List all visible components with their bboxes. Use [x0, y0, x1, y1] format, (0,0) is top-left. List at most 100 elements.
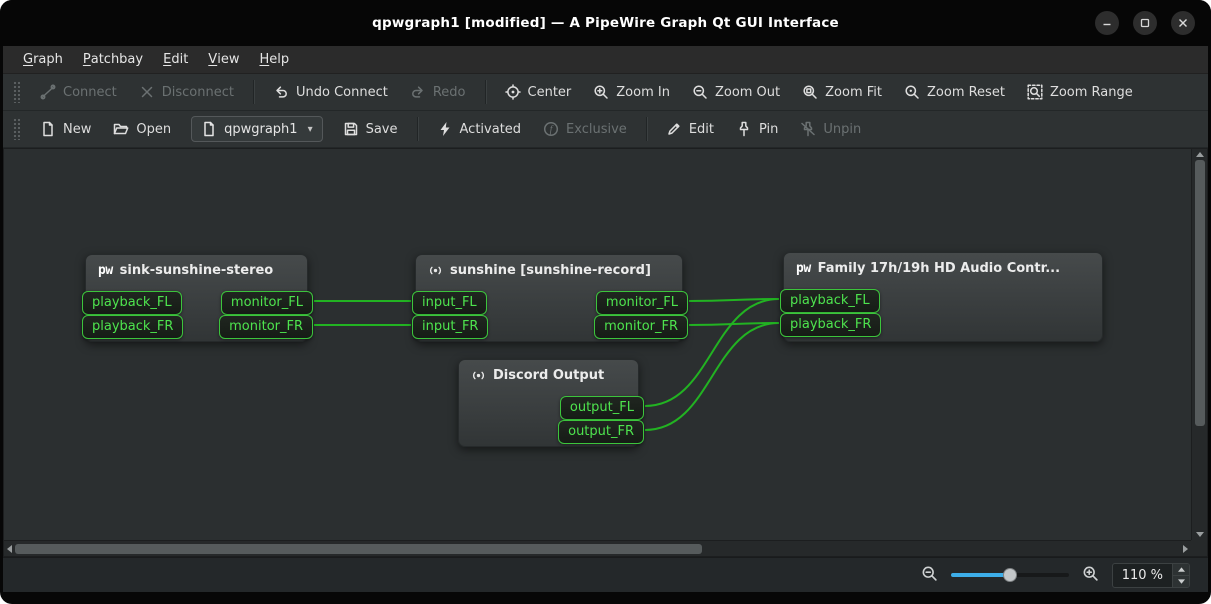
- node-discord[interactable]: Discord Outputoutput_FLoutput_FR: [458, 359, 639, 447]
- zoom-out-button[interactable]: Zoom Out: [682, 79, 790, 105]
- patchbay-combo[interactable]: qpwgraph1▾: [191, 116, 323, 142]
- menu-item-graph[interactable]: Graph: [13, 46, 73, 73]
- node-title-text: Discord Output: [493, 368, 604, 383]
- zoom-slider-handle[interactable]: [1003, 568, 1017, 582]
- file-icon: [201, 121, 217, 137]
- pipewire-icon: pw: [796, 261, 811, 276]
- toolbar-button-label: Zoom Range: [1050, 85, 1133, 100]
- menu-item-help[interactable]: Help: [249, 46, 299, 73]
- toolbar-button-label: Zoom In: [616, 85, 670, 100]
- port-monitor_fr[interactable]: monitor_FR: [594, 315, 688, 339]
- unpin-button[interactable]: Unpin: [790, 116, 871, 142]
- port-playback_fl[interactable]: playback_FL: [82, 291, 182, 315]
- save-button[interactable]: Save: [333, 116, 408, 142]
- toolbar-handle[interactable]: [13, 81, 20, 103]
- vertical-scroll-thumb[interactable]: [1195, 160, 1205, 426]
- toolbar-button-label: Unpin: [823, 122, 861, 137]
- port-monitor_fl[interactable]: monitor_FL: [221, 291, 313, 315]
- disconnect-button[interactable]: Disconnect: [129, 79, 244, 105]
- port-output_fr[interactable]: output_FR: [558, 420, 644, 444]
- toolbar-handle[interactable]: [13, 118, 20, 140]
- node-family[interactable]: pwFamily 17h/19h HD Audio Contr...playba…: [783, 252, 1103, 342]
- toolbar-button-label: Zoom Out: [715, 85, 780, 100]
- port-playback_fr[interactable]: playback_FR: [82, 315, 183, 339]
- horizontal-scrollbar[interactable]: [4, 540, 1191, 556]
- exclusive-button[interactable]: fExclusive: [533, 116, 637, 142]
- redo-icon: [410, 84, 426, 100]
- new-button[interactable]: New: [30, 116, 101, 142]
- new-icon: [40, 121, 56, 137]
- open-icon: [113, 121, 129, 137]
- redo-button[interactable]: Redo: [400, 79, 476, 105]
- graph-canvas[interactable]: pwsink-sunshine-stereoplayback_FLplaybac…: [4, 149, 1191, 540]
- edit-button[interactable]: Edit: [656, 116, 724, 142]
- toolbar-button-label: Undo Connect: [296, 85, 388, 100]
- toolbar-separator: [646, 117, 647, 141]
- chevron-up-icon: [1178, 567, 1185, 572]
- zoom-range-button[interactable]: Zoom Range: [1017, 79, 1143, 105]
- toolbar-file: New Open qpwgraph1▾ Save Activated fExclusive…: [3, 111, 1208, 148]
- scroll-down-icon[interactable]: [1196, 532, 1204, 537]
- node-sunshine[interactable]: sunshine [sunshine-record]input_FLinput_…: [415, 254, 683, 342]
- open-button[interactable]: Open: [103, 116, 181, 142]
- edit-icon: [666, 121, 682, 137]
- toolbar-button-label: Connect: [63, 85, 117, 100]
- menu-item-patchbay[interactable]: Patchbay: [73, 46, 153, 73]
- port-input_fr[interactable]: input_FR: [412, 315, 488, 339]
- menu-item-view[interactable]: View: [198, 46, 249, 73]
- minimize-button[interactable]: [1095, 11, 1119, 35]
- activated-icon: [437, 121, 453, 137]
- port-input_fl[interactable]: input_FL: [412, 291, 487, 315]
- statusbar: 110 %: [3, 557, 1208, 592]
- menubar: GraphPatchbayEditViewHelp: [3, 46, 1208, 74]
- toolbar-button-label: Open: [136, 122, 171, 137]
- zoom-fit-button[interactable]: Zoom Fit: [792, 79, 892, 105]
- maximize-icon: [1140, 18, 1150, 28]
- center-button[interactable]: Center: [495, 79, 582, 105]
- titlebar[interactable]: qpwgraph1 [modified] — A PipeWire Graph …: [0, 0, 1211, 46]
- undo-connect-button[interactable]: Undo Connect: [263, 79, 398, 105]
- zoom-spinbox[interactable]: 110 %: [1112, 563, 1190, 588]
- disconnect-icon: [139, 84, 155, 100]
- scroll-left-icon[interactable]: [7, 545, 12, 553]
- port-output_fl[interactable]: output_FL: [560, 396, 644, 420]
- toolbar-button-label: Save: [366, 122, 398, 137]
- port-monitor_fl[interactable]: monitor_FL: [596, 291, 688, 315]
- maximize-button[interactable]: [1133, 11, 1157, 35]
- zoom-spin-buttons: [1172, 564, 1189, 587]
- port-playback_fl[interactable]: playback_FL: [780, 289, 880, 313]
- connect-icon: [40, 84, 56, 100]
- horizontal-scroll-thumb[interactable]: [15, 544, 702, 554]
- scroll-right-icon[interactable]: [1183, 545, 1188, 553]
- scrollbar-corner: [1191, 540, 1207, 556]
- window-title: qpwgraph1 [modified] — A PipeWire Graph …: [372, 15, 839, 31]
- minimize-icon: [1102, 18, 1112, 28]
- horizontal-scroll-track[interactable]: [15, 544, 1180, 554]
- close-button[interactable]: [1171, 11, 1195, 35]
- port-playback_fr[interactable]: playback_FR: [780, 313, 881, 337]
- zoom-value[interactable]: 110 %: [1113, 564, 1172, 587]
- media-app-icon: [471, 368, 486, 383]
- zoom-reset-button[interactable]: Zoom Reset: [894, 79, 1015, 105]
- toolbar-button-label: Activated: [460, 122, 522, 137]
- zoom-slider[interactable]: [951, 567, 1069, 583]
- activated-button[interactable]: Activated: [427, 116, 532, 142]
- node-title-text: sink-sunshine-stereo: [120, 263, 274, 278]
- scroll-up-icon[interactable]: [1196, 152, 1204, 157]
- zoom-in-icon[interactable]: [1082, 565, 1099, 586]
- chevron-down-icon: ▾: [308, 124, 313, 135]
- graph-view: pwsink-sunshine-stereoplayback_FLplaybac…: [3, 148, 1208, 557]
- pin-button[interactable]: Pin: [726, 116, 788, 142]
- toolbar-separator: [417, 117, 418, 141]
- port-monitor_fr[interactable]: monitor_FR: [219, 315, 313, 339]
- zoom-out-icon[interactable]: [921, 565, 938, 586]
- node-sink[interactable]: pwsink-sunshine-stereoplayback_FLplaybac…: [85, 254, 308, 342]
- connect-button[interactable]: Connect: [30, 79, 127, 105]
- vertical-scroll-track[interactable]: [1195, 160, 1205, 529]
- spin-down-button[interactable]: [1173, 575, 1189, 587]
- menu-item-edit[interactable]: Edit: [153, 46, 198, 73]
- spin-up-button[interactable]: [1173, 564, 1189, 575]
- vertical-scrollbar[interactable]: [1191, 149, 1207, 540]
- svg-text:f: f: [550, 125, 554, 136]
- zoom-in-button[interactable]: Zoom In: [583, 79, 680, 105]
